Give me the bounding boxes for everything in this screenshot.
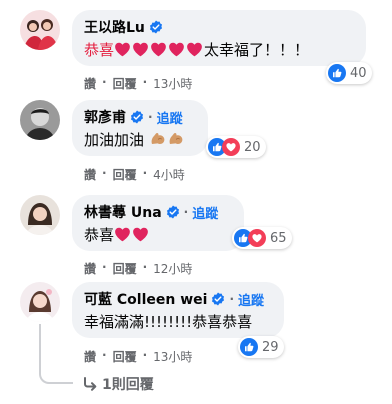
comment-bubble: 可藍 Colleen wei · 追蹤 幸福滿滿!!!!!!!!恭喜恭喜 bbox=[72, 282, 284, 338]
like-button[interactable]: 讚 bbox=[84, 260, 96, 277]
replies-count-label: 1則回覆 bbox=[102, 377, 154, 393]
reply-arrow-icon bbox=[84, 377, 97, 391]
timestamp[interactable]: 13小時 bbox=[153, 348, 192, 365]
love-icon bbox=[248, 229, 266, 247]
separator-dot: · bbox=[102, 166, 107, 180]
separator-dot: · bbox=[102, 260, 107, 274]
reaction-count-pill[interactable]: 29 bbox=[238, 336, 284, 358]
avatar[interactable] bbox=[20, 10, 60, 50]
commenter-name[interactable]: 可藍 Colleen wei bbox=[84, 289, 207, 309]
comment-text: 幸福滿滿!!!!!!!!恭喜恭喜 bbox=[84, 312, 272, 332]
separator-dot: · bbox=[142, 166, 148, 180]
comment-text-body: 恭喜 bbox=[84, 226, 115, 244]
verified-badge-icon bbox=[149, 20, 163, 34]
avatar-image bbox=[20, 10, 60, 50]
like-button[interactable]: 讚 bbox=[84, 348, 96, 365]
separator-dot: · bbox=[102, 75, 107, 89]
reaction-count: 29 bbox=[262, 339, 279, 355]
like-button[interactable]: 讚 bbox=[84, 75, 96, 92]
heart-emoji-group bbox=[114, 226, 150, 244]
reply-button[interactable]: 回覆 bbox=[113, 75, 137, 92]
view-replies-link[interactable]: 1則回覆 bbox=[82, 374, 154, 394]
verified-badge-icon bbox=[211, 292, 225, 306]
comment-actions: 讚 · 回覆 · 13小時 bbox=[84, 348, 192, 365]
verified-badge-icon bbox=[130, 110, 144, 124]
comment-bubble: 郭彥甫 · 追蹤 加油加油 bbox=[72, 100, 208, 156]
separator-dot: · bbox=[142, 260, 148, 274]
timestamp[interactable]: 13小時 bbox=[153, 75, 192, 92]
like-button[interactable]: 讚 bbox=[84, 166, 96, 183]
follow-button[interactable]: 追蹤 bbox=[238, 290, 264, 309]
timestamp[interactable]: 4小時 bbox=[153, 166, 185, 183]
reaction-count: 20 bbox=[244, 139, 261, 155]
red-heart-icon bbox=[186, 41, 203, 58]
red-heart-icon bbox=[168, 41, 185, 58]
avatar-image bbox=[20, 282, 60, 322]
follow-button[interactable]: 追蹤 bbox=[192, 203, 218, 222]
reaction-count-pill[interactable]: 20 bbox=[206, 136, 266, 158]
verified-badge-icon bbox=[166, 205, 180, 219]
heart-emoji-group bbox=[114, 41, 204, 59]
separator-dot: · bbox=[102, 348, 107, 362]
separator-dot: · bbox=[142, 75, 148, 89]
reply-button[interactable]: 回覆 bbox=[113, 260, 137, 277]
comment-actions: 讚 · 回覆 · 4小時 bbox=[84, 166, 185, 183]
reaction-count-pill[interactable]: 65 bbox=[232, 227, 292, 249]
avatar-image bbox=[20, 195, 60, 235]
reply-button[interactable]: 回覆 bbox=[113, 348, 137, 365]
like-icon bbox=[328, 64, 346, 82]
flexed-biceps-icon bbox=[167, 130, 185, 148]
avatar[interactable] bbox=[20, 282, 60, 322]
comment-text: 恭喜 太幸福了！！！ bbox=[84, 40, 354, 60]
like-icon bbox=[240, 338, 258, 356]
flexed-biceps-icon bbox=[149, 130, 167, 148]
avatar[interactable] bbox=[20, 195, 60, 235]
reaction-count-pill[interactable]: 40 bbox=[326, 62, 372, 84]
reaction-count: 40 bbox=[350, 65, 367, 81]
thread-line bbox=[39, 324, 73, 384]
red-heart-icon bbox=[132, 41, 149, 58]
separator-dot: · bbox=[229, 292, 234, 306]
comment-text: 加油加油 bbox=[84, 130, 196, 150]
red-heart-icon bbox=[114, 41, 131, 58]
avatar[interactable] bbox=[20, 100, 60, 140]
reply-button[interactable]: 回覆 bbox=[113, 166, 137, 183]
red-heart-icon bbox=[132, 226, 149, 243]
comment-text-body: 加油加油 bbox=[84, 131, 145, 149]
separator-dot: · bbox=[183, 205, 189, 219]
follow-button[interactable]: 追蹤 bbox=[157, 108, 183, 127]
comment-text-suffix: 太幸福了！！！ bbox=[204, 41, 310, 59]
red-heart-icon bbox=[114, 226, 131, 243]
commenter-name[interactable]: 郭彥甫 bbox=[84, 107, 126, 127]
comment-text-accent: 恭喜 bbox=[84, 41, 115, 59]
commenter-name[interactable]: 王以路Lu bbox=[84, 17, 145, 37]
comment-bubble: 林書蕁 Una · 追蹤 恭喜 bbox=[72, 195, 244, 251]
love-icon bbox=[222, 138, 240, 156]
separator-dot: · bbox=[142, 348, 148, 362]
timestamp[interactable]: 12小時 bbox=[153, 260, 192, 277]
comment-actions: 讚 · 回覆 · 12小時 bbox=[84, 260, 192, 277]
separator-dot: · bbox=[148, 110, 153, 124]
avatar-image bbox=[20, 100, 60, 140]
comment-bubble: 王以路Lu 恭喜 太幸福了！！！ bbox=[72, 10, 366, 66]
red-heart-icon bbox=[150, 41, 167, 58]
comment-text: 恭喜 bbox=[84, 225, 232, 245]
comment-actions: 讚 · 回覆 · 13小時 bbox=[84, 75, 192, 92]
reaction-count: 65 bbox=[270, 230, 287, 246]
commenter-name[interactable]: 林書蕁 Una bbox=[84, 202, 162, 222]
comment-text-body: 幸福滿滿!!!!!!!!恭喜恭喜 bbox=[84, 313, 253, 331]
